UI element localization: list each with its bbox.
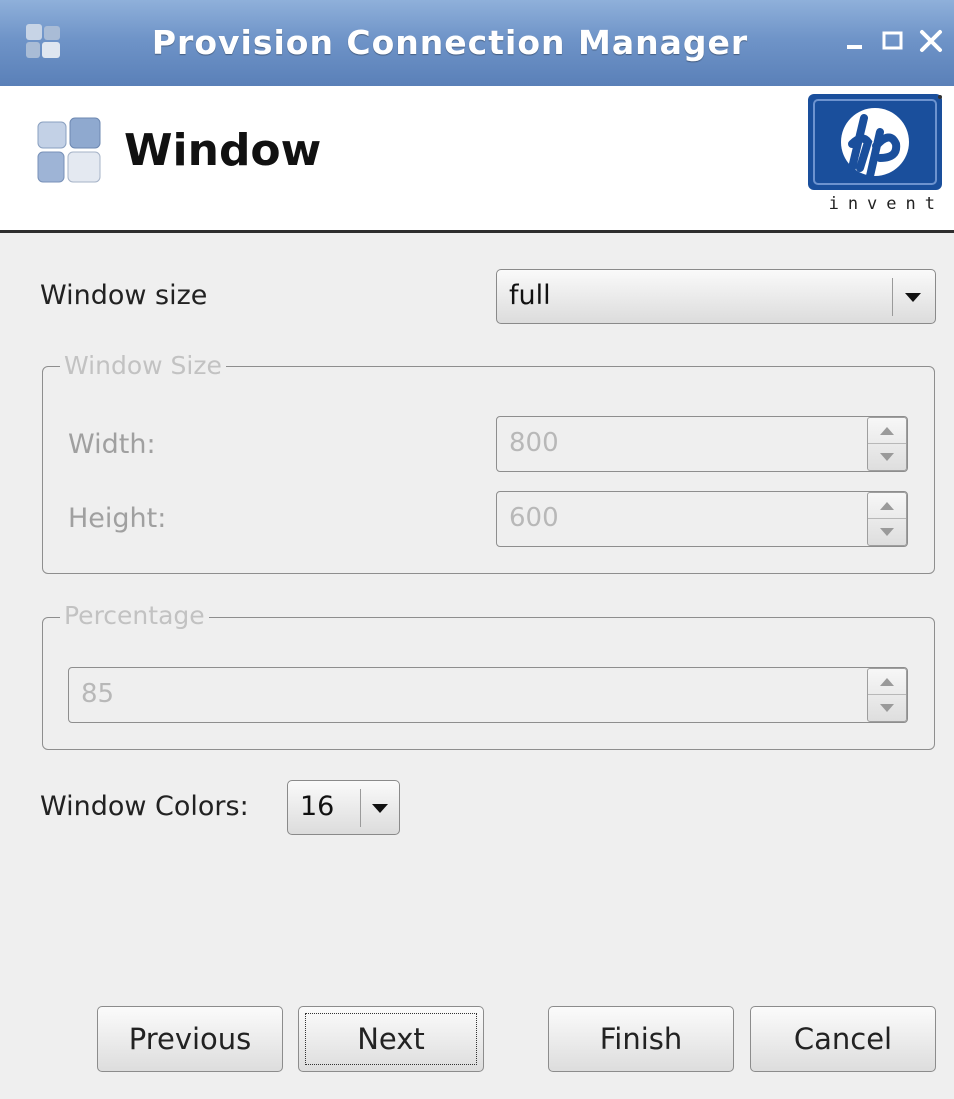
window-settings-icon [37, 117, 101, 183]
width-label: Width: [68, 429, 156, 460]
arrow-up-icon [880, 427, 894, 435]
width-decrement[interactable] [868, 444, 906, 470]
previous-button[interactable]: Previous [97, 1006, 283, 1072]
arrow-down-icon [880, 704, 894, 712]
window-colors-value: 16 [300, 791, 335, 822]
window-colors-label: Window Colors: [40, 791, 249, 822]
width-spin-buttons[interactable] [867, 417, 907, 471]
combo-separator [360, 789, 361, 827]
arrow-up-icon [880, 502, 894, 510]
title-bar[interactable]: Provision Connection Manager [0, 0, 954, 87]
arrow-up-icon [880, 678, 894, 686]
window-size-value: full [509, 280, 551, 311]
arrow-down-icon [880, 453, 894, 461]
height-value: 600 [509, 503, 559, 533]
minimize-icon[interactable] [838, 24, 872, 58]
percentage-decrement[interactable] [868, 695, 906, 721]
hp-logo-tagline: invent [828, 194, 944, 214]
window-title: Provision Connection Manager [151, 23, 749, 62]
width-value: 800 [509, 428, 559, 458]
finish-button[interactable]: Finish [548, 1006, 734, 1072]
window-size-label: Window size [40, 280, 208, 311]
window-size-select[interactable]: full [496, 269, 936, 324]
height-label: Height: [68, 503, 167, 534]
height-decrement[interactable] [868, 519, 906, 545]
percentage-spinbox[interactable]: 85 [68, 667, 908, 723]
percentage-group-legend: Percentage [60, 601, 209, 631]
chevron-down-icon [905, 293, 921, 302]
percentage-spin-buttons[interactable] [867, 668, 907, 722]
window-size-group-legend: Window Size [60, 351, 226, 381]
page-title: Window [124, 125, 322, 176]
height-increment[interactable] [868, 493, 906, 519]
arrow-down-icon [880, 528, 894, 536]
close-icon[interactable] [914, 24, 948, 58]
percentage-value: 85 [81, 679, 115, 709]
focus-ring [305, 1013, 477, 1065]
window-colors-select[interactable]: 16 [287, 780, 400, 835]
page-header: Window invent [0, 86, 954, 233]
width-spinbox[interactable]: 800 [496, 416, 908, 472]
width-increment[interactable] [868, 418, 906, 444]
cancel-button[interactable]: Cancel [750, 1006, 936, 1072]
height-spinbox[interactable]: 600 [496, 491, 908, 547]
hp-logo: invent [808, 94, 944, 222]
maximize-icon[interactable] [876, 24, 910, 58]
percentage-increment[interactable] [868, 669, 906, 695]
combo-separator [892, 278, 893, 316]
height-spin-buttons[interactable] [867, 492, 907, 546]
next-button[interactable]: Next [298, 1006, 484, 1072]
chevron-down-icon [372, 804, 388, 813]
